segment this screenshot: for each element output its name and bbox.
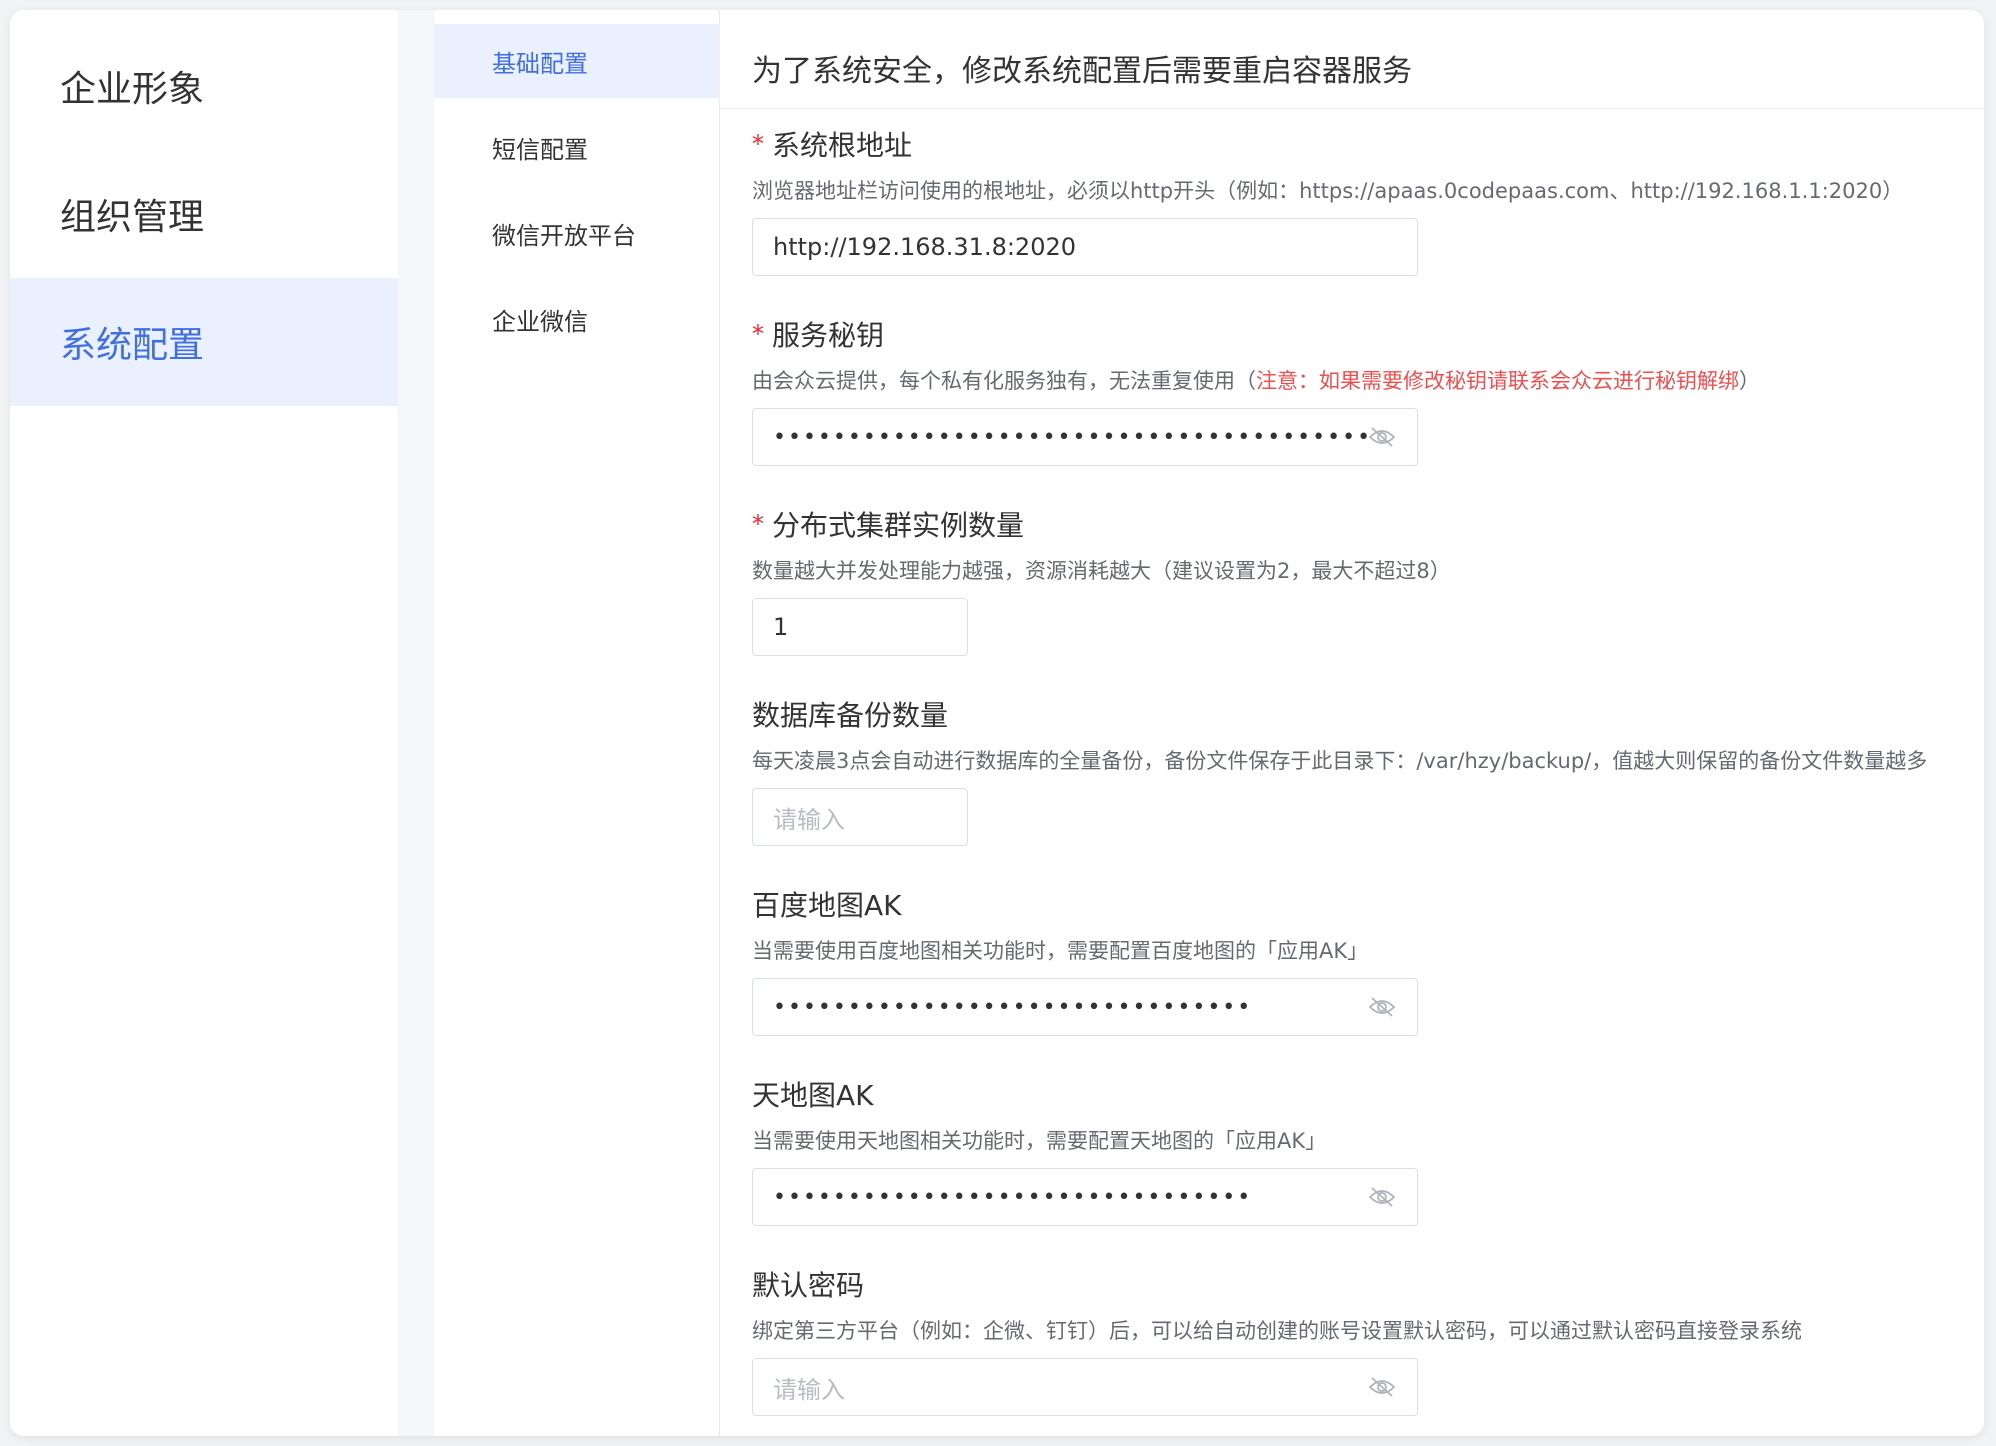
title-divider <box>720 108 1984 109</box>
page-title: 为了系统安全，修改系统配置后需要重启容器服务 <box>752 54 1412 89</box>
service-key-input[interactable]: ••••••••••••••••••••••••••••••••••••••••… <box>752 408 1418 466</box>
required-mark: * <box>752 320 764 348</box>
root-url-input[interactable]: http://192.168.31.8:2020 <box>752 218 1418 276</box>
field-label: 天地图AK <box>752 1079 874 1112</box>
tianditu-ak-input[interactable]: •••••••••••••••••••••••••••••••• <box>752 1168 1418 1226</box>
baidu-ak-input[interactable]: •••••••••••••••••••••••••••••••• <box>752 978 1418 1036</box>
field-cluster-count: * 分布式集群实例数量 数量越大并发处理能力越强，资源消耗越大（建议设置为2，最大… <box>752 506 1972 656</box>
masked-value: •••••••••••••••••••••••••••••••• <box>773 994 1253 1020</box>
sidebar-item-label: 企业形象 <box>60 69 205 110</box>
subnav-item-sms-config[interactable]: 短信配置 <box>434 110 720 184</box>
field-description: 当需要使用百度地图相关功能时，需要配置百度地图的「应用AK」 <box>752 939 1369 963</box>
label-text: 服务秘钥 <box>772 319 885 352</box>
input-value: http://192.168.31.8:2020 <box>773 233 1076 261</box>
desc-text: ） <box>1739 369 1760 393</box>
subnav-item-label: 基础配置 <box>492 49 588 78</box>
masked-value: ••••••••••••••••••••••••••••••••••••••••… <box>773 424 1367 450</box>
subnav-item-basic-config[interactable]: 基础配置 <box>434 24 720 98</box>
subnav-item-wechat-open-platform[interactable]: 微信开放平台 <box>434 196 720 270</box>
field-baidu-ak: 百度地图AK 当需要使用百度地图相关功能时，需要配置百度地图的「应用AK」 ••… <box>752 886 1972 1036</box>
required-mark: * <box>752 510 764 538</box>
primary-sidebar: 企业形象 组织管理 系统配置 <box>10 10 398 1436</box>
field-description: 浏览器地址栏访问使用的根地址，必须以http开头（例如：https://apaa… <box>752 179 1904 203</box>
sidebar-item-label: 系统配置 <box>60 325 205 366</box>
subnav-item-label: 短信配置 <box>492 135 588 164</box>
subnav-item-wecom[interactable]: 企业微信 <box>434 282 720 356</box>
sidebar-item-org-management[interactable]: 组织管理 <box>10 150 398 278</box>
field-root-url: * 系统根地址 浏览器地址栏访问使用的根地址，必须以http开头（例如：https… <box>752 126 1972 276</box>
input-placeholder: 请输入 <box>773 805 845 834</box>
field-description: 数量越大并发处理能力越强，资源消耗越大（建议设置为2，最大不超过8） <box>752 559 1451 583</box>
input-placeholder: 请输入 <box>773 1375 845 1404</box>
subnav-item-label: 企业微信 <box>492 307 588 336</box>
field-db-backup: 数据库备份数量 每天凌晨3点会自动进行数据库的全量备份，备份文件保存于此目录下：… <box>752 696 1972 846</box>
field-label: * 服务秘钥 <box>752 316 1972 356</box>
field-description: 由会众云提供，每个私有化服务独有，无法重复使用（注意：如果需要修改秘钥请联系会众… <box>752 366 1972 396</box>
eye-off-icon[interactable] <box>1367 995 1397 1019</box>
secondary-sidebar: 基础配置 短信配置 微信开放平台 企业微信 <box>434 10 720 1436</box>
sidebar-item-label: 组织管理 <box>60 197 205 238</box>
label-text: 分布式集群实例数量 <box>772 509 1025 542</box>
sidebar-item-enterprise-image[interactable]: 企业形象 <box>10 22 398 150</box>
field-label: * 分布式集群实例数量 <box>752 506 1972 546</box>
field-label: * 系统根地址 <box>752 126 1972 166</box>
required-mark: * <box>752 130 764 158</box>
sidebar-item-system-config[interactable]: 系统配置 <box>10 278 398 406</box>
masked-value: •••••••••••••••••••••••••••••••• <box>773 1184 1253 1210</box>
field-label: 数据库备份数量 <box>752 699 949 732</box>
field-label: 默认密码 <box>752 1269 865 1302</box>
settings-card: 企业形象 组织管理 系统配置 基础配置 短信配置 微信开放平台 企业微信 为了系… <box>10 10 1984 1436</box>
sidebar-gap <box>398 10 434 1436</box>
default-password-input[interactable]: 请输入 <box>752 1358 1418 1416</box>
input-value: 1 <box>773 613 789 641</box>
eye-off-icon[interactable] <box>1367 1375 1397 1399</box>
field-tianditu-ak: 天地图AK 当需要使用天地图相关功能时，需要配置天地图的「应用AK」 •••••… <box>752 1076 1972 1226</box>
cluster-count-input[interactable]: 1 <box>752 598 968 656</box>
field-label: 百度地图AK <box>752 889 902 922</box>
eye-off-icon[interactable] <box>1367 425 1397 449</box>
main-content: 为了系统安全，修改系统配置后需要重启容器服务 * 系统根地址 浏览器地址栏访问使用… <box>720 10 1984 1436</box>
warning-text: 注意：如果需要修改秘钥请联系会众云进行秘钥解绑 <box>1256 369 1739 393</box>
field-description: 当需要使用天地图相关功能时，需要配置天地图的「应用AK」 <box>752 1129 1327 1153</box>
field-description: 绑定第三方平台（例如：企微、钉钉）后，可以给自动创建的账号设置默认密码，可以通过… <box>752 1319 1802 1343</box>
db-backup-input[interactable]: 请输入 <box>752 788 968 846</box>
label-text: 系统根地址 <box>772 129 913 162</box>
subnav-item-label: 微信开放平台 <box>492 221 636 250</box>
eye-off-icon[interactable] <box>1367 1185 1397 1209</box>
field-service-key: * 服务秘钥 由会众云提供，每个私有化服务独有，无法重复使用（注意：如果需要修改秘… <box>752 316 1972 466</box>
field-default-password: 默认密码 绑定第三方平台（例如：企微、钉钉）后，可以给自动创建的账号设置默认密码… <box>752 1266 1972 1416</box>
desc-text: 由会众云提供，每个私有化服务独有，无法重复使用（ <box>752 369 1256 393</box>
field-description: 每天凌晨3点会自动进行数据库的全量备份，备份文件保存于此目录下：/var/hzy… <box>752 749 1928 773</box>
